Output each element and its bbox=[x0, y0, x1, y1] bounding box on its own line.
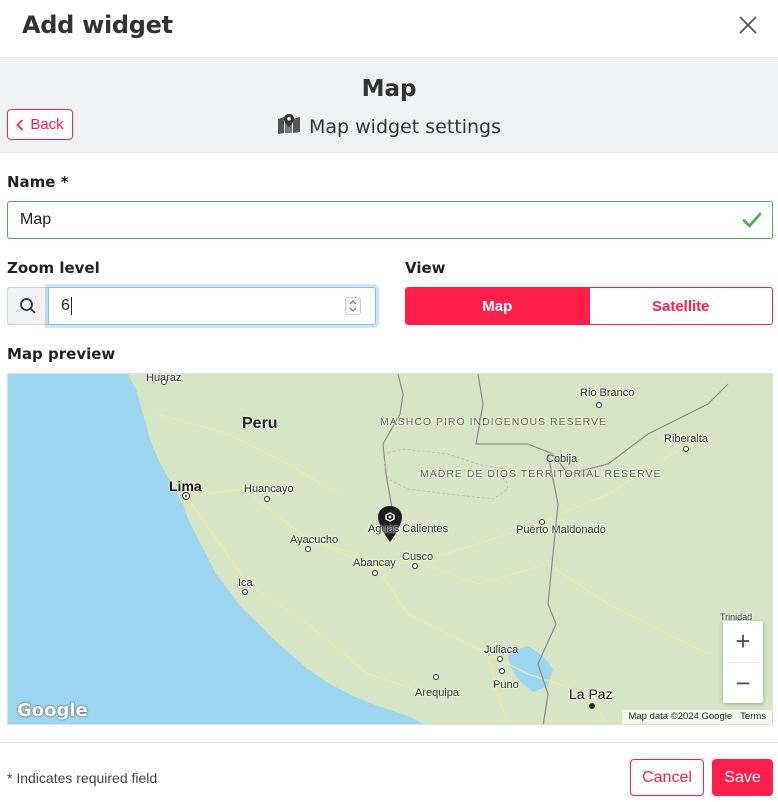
name-label: Name * bbox=[7, 173, 69, 191]
widget-title: Map bbox=[361, 76, 417, 102]
terms-link[interactable]: Terms bbox=[740, 711, 766, 723]
modal-header: Add widget bbox=[0, 0, 778, 58]
zoom-level-group: 6 bbox=[7, 287, 376, 325]
zoom-level-label: Zoom level bbox=[7, 259, 100, 277]
view-label: View bbox=[405, 259, 446, 277]
back-button[interactable]: Back bbox=[7, 109, 73, 140]
chevron-left-icon bbox=[16, 118, 24, 131]
zoom-stepper[interactable] bbox=[345, 297, 361, 315]
map-preview[interactable]: Huaraz Peru MASHCO PIRO INDIGENOUS RESER… bbox=[7, 373, 773, 725]
check-icon bbox=[742, 212, 762, 229]
map-zoom-control: + − bbox=[723, 621, 763, 703]
view-toggle: Map Satellite bbox=[405, 287, 773, 325]
map-zoom-in-button[interactable]: + bbox=[723, 621, 763, 662]
country-label: Peru bbox=[242, 415, 278, 432]
close-icon[interactable] bbox=[735, 12, 761, 38]
map-attribution: Map data ©2024 Google Terms bbox=[622, 710, 772, 724]
widget-header: Map Map widget settings Back bbox=[0, 58, 778, 153]
widget-subtitle: Map widget settings bbox=[0, 114, 778, 139]
modal-title: Add widget bbox=[22, 11, 173, 39]
footer-divider bbox=[0, 742, 778, 743]
cancel-button[interactable]: Cancel bbox=[630, 759, 704, 796]
map-marker-icon bbox=[277, 114, 301, 139]
google-logo: Google bbox=[17, 700, 88, 721]
map-zoom-out-button[interactable]: − bbox=[723, 663, 763, 704]
view-satellite-button[interactable]: Satellite bbox=[588, 288, 772, 324]
required-note: * Indicates required field bbox=[7, 770, 158, 786]
save-button[interactable]: Save bbox=[712, 759, 773, 796]
name-input[interactable]: Map bbox=[7, 201, 773, 239]
search-icon bbox=[7, 287, 48, 325]
view-map-button[interactable]: Map bbox=[406, 288, 589, 324]
map-preview-label: Map preview bbox=[7, 345, 116, 363]
zoom-level-input[interactable]: 6 bbox=[48, 287, 376, 325]
